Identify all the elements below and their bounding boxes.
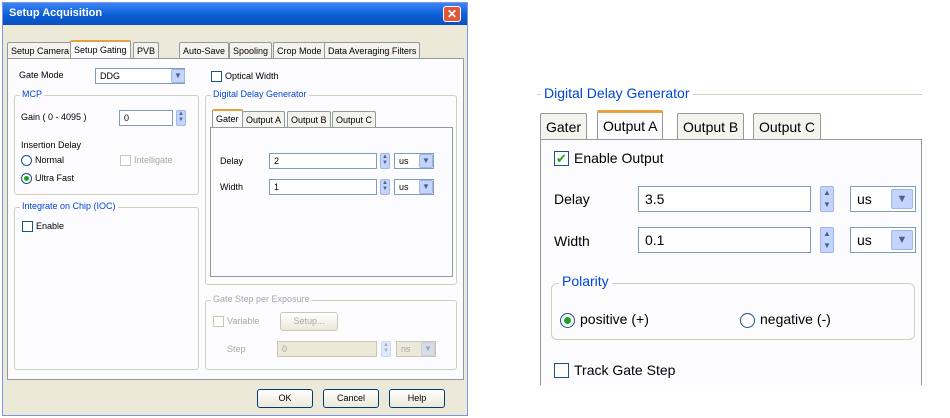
ddg-delay-input[interactable]: 2 <box>269 153 377 169</box>
zoom-tab-panel <box>540 139 922 385</box>
normal-radio[interactable] <box>21 155 32 166</box>
polarity-title: Polarity <box>559 273 612 289</box>
ioc-enable-checkbox[interactable] <box>22 221 33 232</box>
tab-crop-mode[interactable]: Crop Mode <box>273 42 326 59</box>
ioc-enable-label: Enable <box>36 221 65 231</box>
ddg-tab-gater[interactable]: Gater <box>212 109 243 127</box>
gate-step-title: Gate Step per Exposure <box>211 294 312 304</box>
zoom-tab-output-c[interactable]: Output C <box>753 113 822 139</box>
zoom-tab-gater[interactable]: Gater <box>540 113 588 139</box>
tab-auto-save[interactable]: Auto-Save <box>179 42 230 59</box>
ultra-fast-label: Ultra Fast <box>35 173 75 183</box>
enable-output-label: Enable Output <box>574 150 664 166</box>
spin-updown-icon[interactable]: ▲ ▼ <box>380 153 390 169</box>
zoomed-ddg-panel: Digital Delay Generator Gater Output A O… <box>537 85 927 385</box>
mcp-title: MCP <box>20 89 44 99</box>
zoom-tab-output-b[interactable]: Output B <box>677 113 745 139</box>
optical-width-checkbox[interactable] <box>211 71 222 82</box>
chevron-down-icon[interactable]: ▼ <box>419 180 433 194</box>
gate-mode-label: Gate Mode <box>19 70 64 80</box>
ultra-fast-radio[interactable] <box>21 173 32 184</box>
ddg-delay-unit-value: us <box>399 156 409 166</box>
ddg-tab-output-a[interactable]: Output A <box>242 111 286 127</box>
chevron-down-icon[interactable]: ▼ <box>891 230 913 250</box>
ddg-width-input[interactable]: 1 <box>269 179 377 195</box>
tab-panel: Gate Mode DDG ▼ Optical Width MCP Gain (… <box>7 58 464 380</box>
ddg-width-label: Width <box>220 182 244 192</box>
ddg-tab-output-b[interactable]: Output B <box>287 111 331 127</box>
ddg-width-unit-value: us <box>399 182 409 192</box>
gate-step-group <box>205 300 457 370</box>
normal-label: Normal <box>35 155 65 165</box>
spin-updown-icon[interactable]: ▲ ▼ <box>381 341 391 357</box>
zoom-tab-output-a[interactable]: Output A <box>597 110 664 139</box>
negative-label: negative (-) <box>760 311 831 327</box>
radio-dot <box>24 176 29 181</box>
positive-label: positive (+) <box>580 311 649 327</box>
spin-updown-icon[interactable]: ▲ ▼ <box>380 179 390 195</box>
setup-button[interactable]: Setup... <box>280 312 338 331</box>
zoom-width-label: Width <box>554 233 590 249</box>
step-input[interactable]: 0 <box>277 341 377 357</box>
chevron-down-icon[interactable]: ▼ <box>421 342 435 356</box>
optical-width-label: Optical Width <box>225 71 279 81</box>
insertion-delay-label: Insertion Delay <box>21 140 82 150</box>
negative-radio[interactable] <box>740 313 755 328</box>
enable-output-checkbox[interactable]: ✔ <box>554 151 569 166</box>
title-bar[interactable]: Setup Acquisition ✕ <box>3 3 467 25</box>
ddg-tab-output-c[interactable]: Output C <box>332 111 377 127</box>
dialog-title: Setup Acquisition <box>9 7 103 19</box>
chevron-down-icon[interactable]: ▼ <box>171 69 185 83</box>
variable-label: Variable <box>227 316 260 326</box>
cancel-button[interactable]: Cancel <box>323 389 379 408</box>
ioc-title: Integrate on Chip (IOC) <box>20 201 118 211</box>
track-gate-step-label: Track Gate Step <box>574 362 676 378</box>
track-gate-step-checkbox[interactable] <box>554 363 569 378</box>
tab-spooling[interactable]: Spooling <box>229 42 273 59</box>
chevron-down-icon[interactable]: ▼ <box>419 154 433 168</box>
tab-setup-gating[interactable]: Setup Gating <box>70 40 131 59</box>
ddg-tab-panel <box>210 127 453 277</box>
gain-input[interactable]: 0 <box>119 110 173 126</box>
setup-acquisition-dialog: Setup Acquisition ✕ Setup Camera Setup G… <box>2 2 468 416</box>
ok-button[interactable]: OK <box>257 389 313 408</box>
spin-updown-icon[interactable]: ▲ ▼ <box>176 110 186 126</box>
zoom-width-unit-value: us <box>857 232 872 248</box>
tab-pvb[interactable]: PVB <box>133 42 160 59</box>
ddg-title: Digital Delay Generator <box>211 89 309 99</box>
close-icon[interactable]: ✕ <box>443 6 461 22</box>
intelligate-checkbox[interactable] <box>120 155 131 166</box>
variable-checkbox[interactable] <box>213 316 224 327</box>
zoom-delay-input[interactable]: 3.5 <box>638 186 811 212</box>
spin-updown-icon[interactable]: ▲ ▼ <box>820 186 834 212</box>
zoom-delay-unit-value: us <box>857 191 872 207</box>
spin-updown-icon[interactable]: ▲ ▼ <box>820 227 834 253</box>
gate-mode-value: DDG <box>100 71 120 81</box>
gain-label: Gain ( 0 - 4095 ) <box>21 112 87 122</box>
zoom-width-input[interactable]: 0.1 <box>638 227 811 253</box>
intelligate-label: Intelligate <box>134 155 173 165</box>
chevron-down-icon[interactable]: ▼ <box>891 189 913 209</box>
zoom-delay-label: Delay <box>554 191 590 207</box>
positive-radio[interactable] <box>560 313 575 328</box>
ioc-group <box>14 207 199 370</box>
help-button[interactable]: Help <box>389 389 445 408</box>
step-unit-value: ns <box>401 344 411 354</box>
zoom-ddg-title: Digital Delay Generator <box>541 85 693 101</box>
radio-dot <box>564 317 571 324</box>
step-label: Step <box>227 344 246 354</box>
tab-setup-camera[interactable]: Setup Camera <box>7 42 74 59</box>
ddg-delay-label: Delay <box>220 156 244 166</box>
tab-data-averaging-filters[interactable]: Data Averaging Filters <box>324 42 421 59</box>
